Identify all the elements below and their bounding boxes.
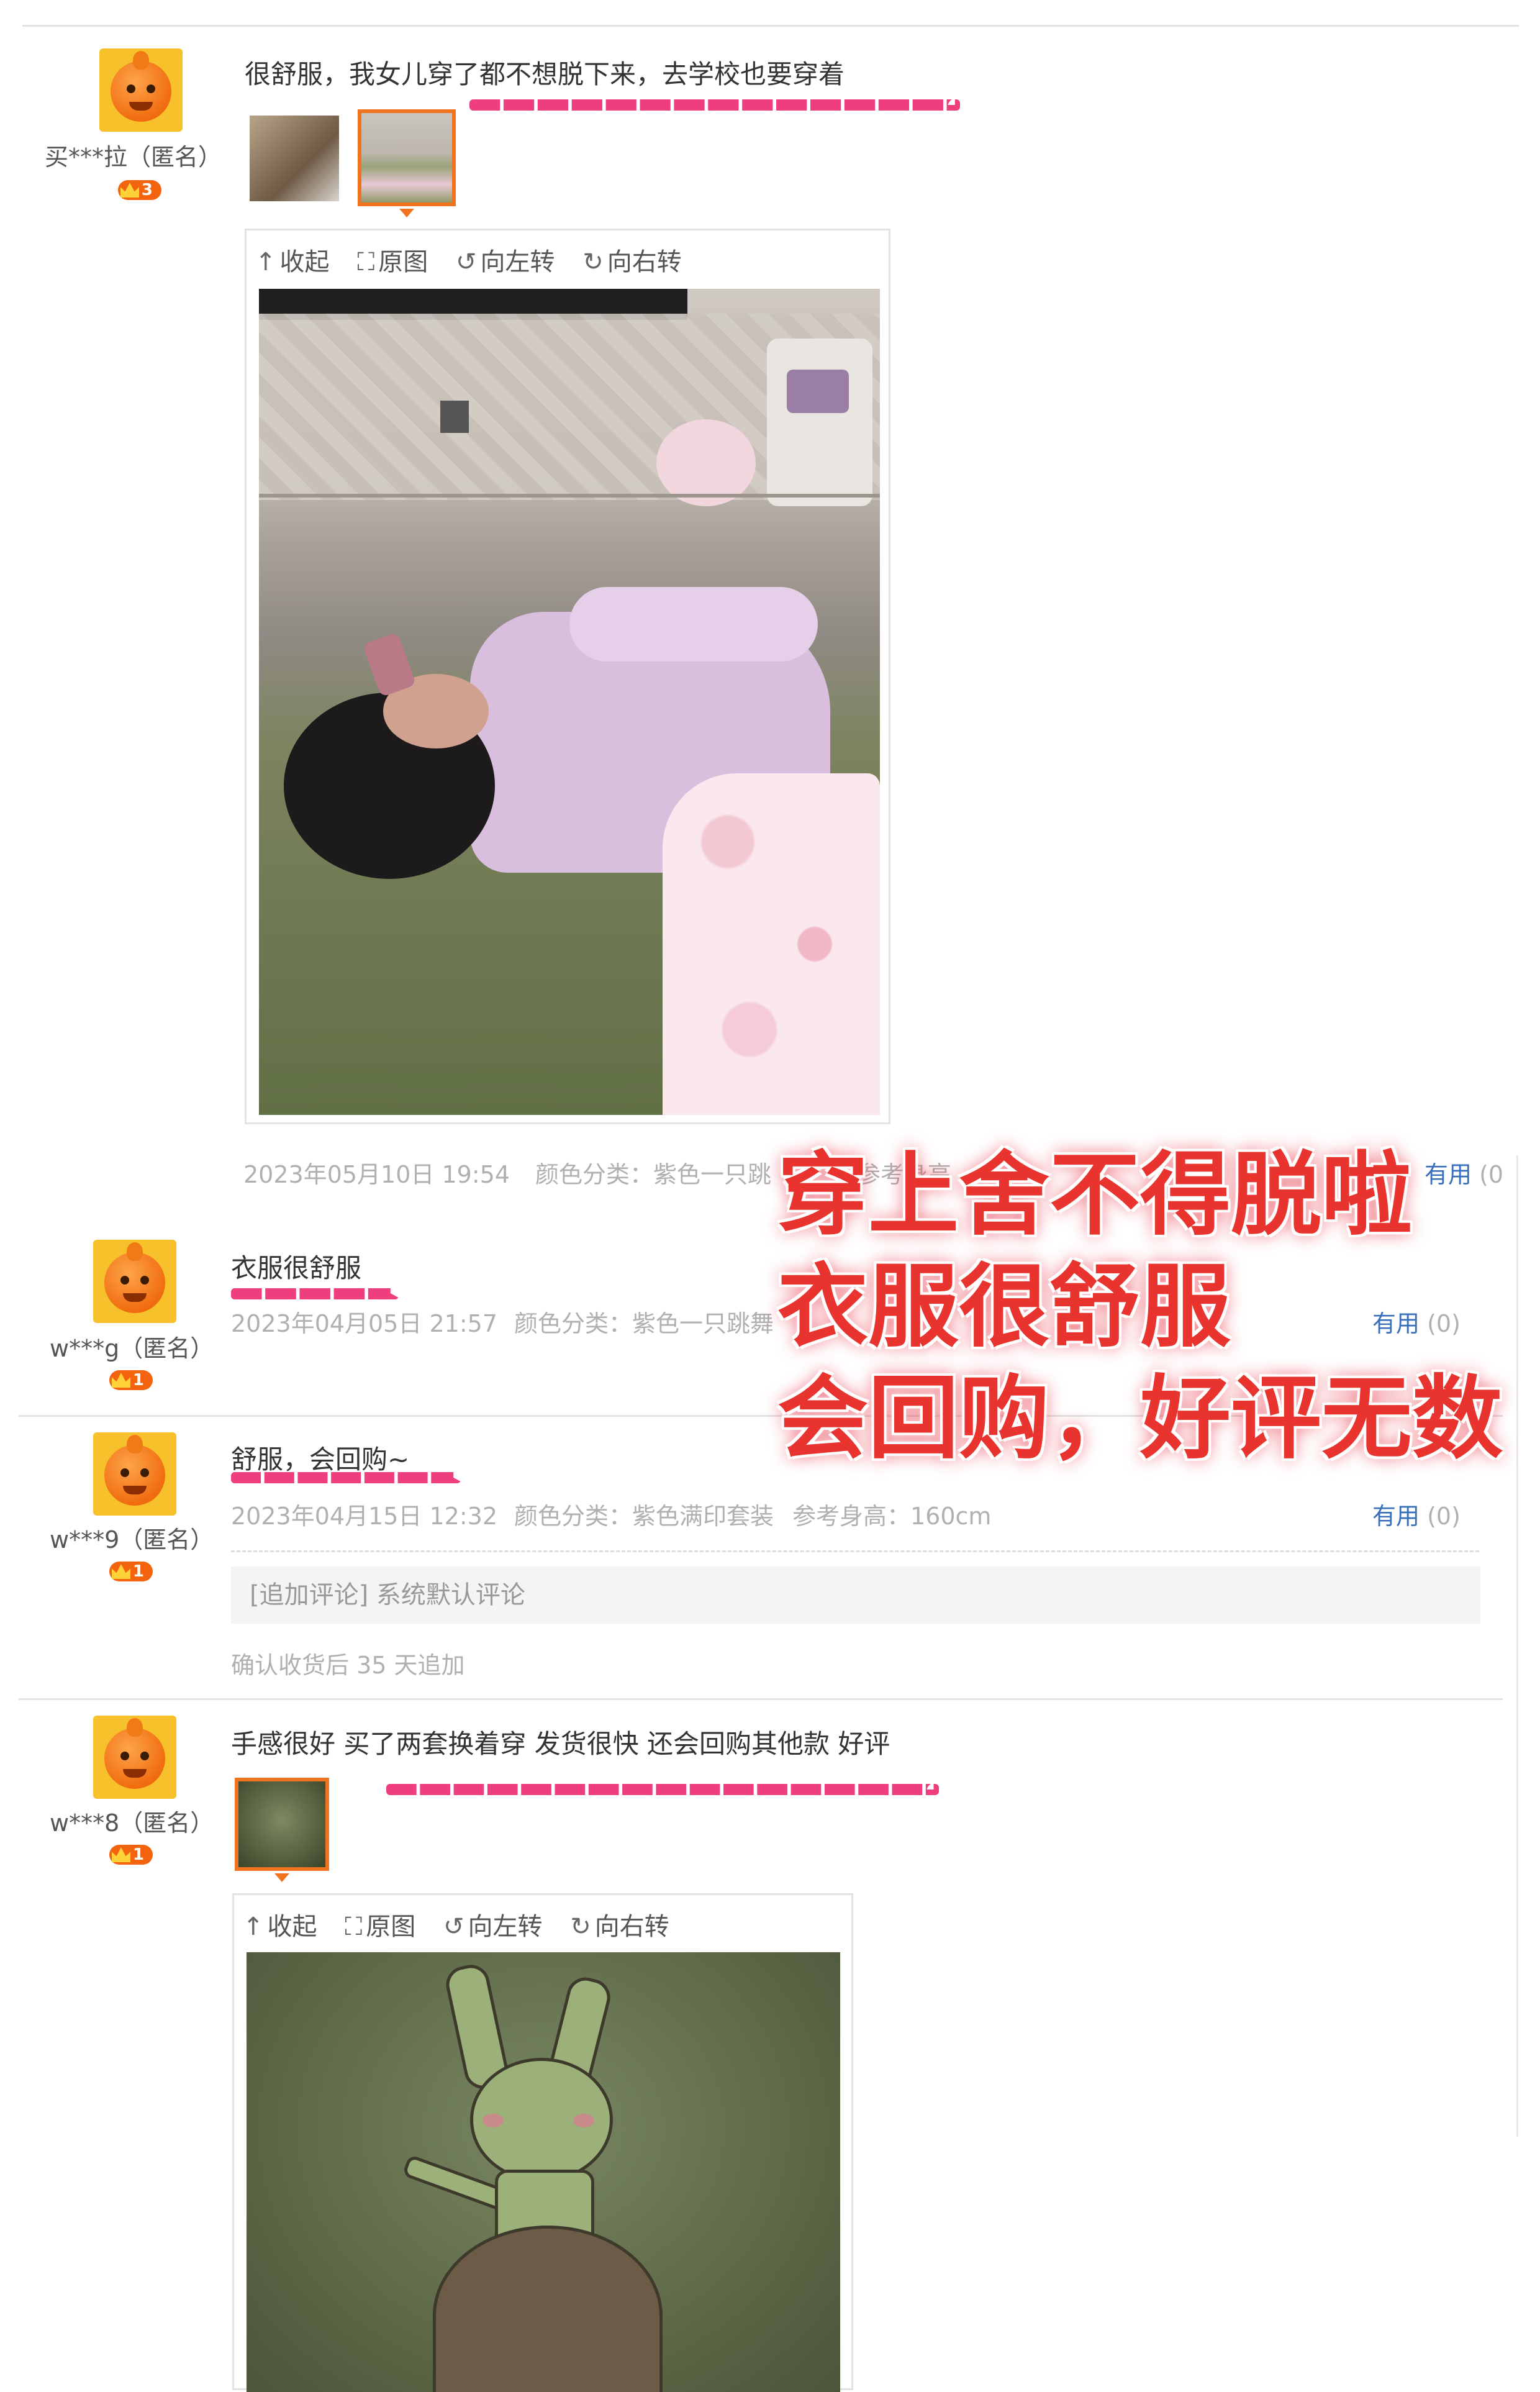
username: w***8（匿名） [50, 1809, 214, 1837]
height-info: 参考身高：160cm [792, 1503, 992, 1530]
collapse-button[interactable]: ↑ 收起 [255, 242, 330, 278]
review-photo-thumbnail[interactable] [250, 116, 339, 201]
useful-button[interactable]: 有用 (0) [1372, 1497, 1461, 1531]
viewer-toolbar: ↑ 收起 ⛶ 原图 ↺ 向左转 ↻ 向右转 [255, 242, 702, 278]
arrow-up-icon: ↑ [255, 248, 276, 276]
avatar[interactable] [93, 1240, 176, 1323]
review-comment: 衣服很舒服 [231, 1253, 362, 1283]
rotate-left-button[interactable]: ↺ 向左转 [456, 242, 555, 278]
level-badge: 1 [109, 1370, 153, 1390]
useful-button[interactable]: 有用 (0) [1372, 1304, 1461, 1339]
appended-review: [追加评论] 系统默认评论 [231, 1567, 1480, 1624]
sku-info: 颜色分类：紫色满印套装 [514, 1503, 774, 1530]
crown-icon [112, 1373, 130, 1388]
original-image-button[interactable]: ⛶ 原图 [357, 242, 428, 278]
review-comment: 手感很好 买了两套换着穿 发货很快 还会回购其他款 好评 [231, 1729, 890, 1759]
rotate-right-button[interactable]: ↻ 向右转 [582, 242, 682, 278]
top-divider [22, 25, 1519, 27]
highlight-underline [231, 1472, 461, 1483]
overlay-line-3: 会回购，好评无数 [777, 1366, 1503, 1471]
review-comment: 舒服，会回购~ [231, 1444, 410, 1475]
avatar[interactable] [99, 48, 183, 132]
original-image-button[interactable]: ⛶ 原图 [345, 1906, 415, 1942]
photo-viewer: ↑ 收起 ⛶ 原图 ↺ 向左转 ↻ 向右转 [232, 1893, 853, 2392]
level-badge: 1 [109, 1562, 153, 1581]
rotate-right-icon: ↻ [570, 1912, 591, 1941]
sku-info: 颜色分类：紫色一只跳舞 [514, 1310, 774, 1337]
expand-icon: ⛶ [345, 1912, 363, 1941]
rotate-right-button[interactable]: ↻ 向右转 [570, 1906, 669, 1942]
viewer-toolbar: ↑ 收起 ⛶ 原图 ↺ 向左转 ↻ 向右转 [243, 1906, 689, 1942]
review-photo-thumbnail-selected[interactable] [358, 109, 456, 217]
username: w***9（匿名） [50, 1526, 214, 1553]
useful-button[interactable]: 有用 (0 [1424, 1155, 1503, 1189]
avatar[interactable] [93, 1716, 176, 1799]
review-photo-large [259, 289, 880, 1115]
crown-icon [112, 1847, 130, 1862]
rotate-left-icon: ↺ [455, 248, 477, 276]
username: 买***拉（匿名） [45, 143, 222, 171]
crown-icon [120, 183, 139, 198]
photo-viewer: ↑ 收起 ⛶ 原图 ↺ 向左转 ↻ 向右转 [245, 229, 890, 1124]
review-date: 2023年04月05日 21:57 [231, 1310, 498, 1337]
rotate-right-icon: ↻ [582, 248, 604, 276]
level-badge: 1 [109, 1845, 153, 1865]
level-badge: 3 [118, 180, 161, 200]
review-divider [19, 1698, 1503, 1700]
username: w***g（匿名） [50, 1335, 214, 1362]
avatar[interactable] [93, 1432, 176, 1516]
highlight-underline [469, 99, 960, 111]
append-time: 确认收货后 35 天追加 [231, 1652, 465, 1679]
rotate-left-icon: ↺ [443, 1912, 464, 1941]
review-photo-large [247, 1952, 840, 2392]
sku-info: 颜色分类：紫色一只跳 [535, 1161, 772, 1188]
collapse-button[interactable]: ↑ 收起 [243, 1906, 317, 1942]
review-photo-thumbnail-selected[interactable] [235, 1778, 329, 1882]
highlight-underline [231, 1288, 399, 1299]
highlight-underline [386, 1784, 939, 1795]
review-comment: 很舒服，我女儿穿了都不想脱下来，去学校也要穿着 [245, 59, 845, 89]
crown-icon [112, 1564, 130, 1579]
review-date: 2023年04月15日 12:32 [231, 1503, 498, 1530]
right-border [1516, 1155, 1518, 2137]
rotate-left-button[interactable]: ↺ 向左转 [443, 1906, 543, 1942]
review-date: 2023年05月10日 19:54 [243, 1161, 510, 1188]
expand-icon: ⛶ [357, 248, 375, 276]
dotted-divider [231, 1550, 1479, 1552]
arrow-up-icon: ↑ [243, 1912, 264, 1941]
